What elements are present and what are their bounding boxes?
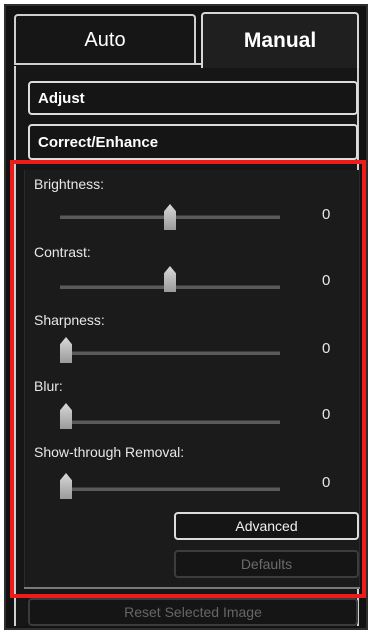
blur-slider-track[interactable] [60, 420, 280, 424]
blur-value: 0 [322, 406, 331, 423]
sharpness-label: Sharpness: [34, 312, 105, 328]
show-through-removal-value: 0 [322, 474, 331, 491]
tab-auto[interactable]: Auto [14, 14, 196, 64]
tab-baseline [14, 63, 201, 65]
defaults-button: Defaults [174, 550, 359, 578]
tab-manual-label: Manual [243, 29, 317, 52]
adjust-button-label: Adjust [38, 89, 85, 107]
contrast-value: 0 [322, 272, 331, 289]
divider [24, 587, 360, 589]
blur-label: Blur: [34, 378, 63, 394]
reset-selected-image-button: Reset Selected Image [28, 598, 358, 626]
defaults-button-label: Defaults [240, 556, 293, 572]
adjust-button[interactable]: Adjust [28, 81, 358, 115]
reset-selected-image-label: Reset Selected Image [124, 604, 262, 620]
advanced-button-label: Advanced [235, 518, 298, 534]
brightness-label: Brightness: [34, 176, 105, 192]
sharpness-slider-track[interactable] [60, 351, 280, 355]
image-correction-panel: Auto Manual Adjust Correct/Enhance Brigh… [0, 0, 373, 633]
sharpness-value: 0 [322, 340, 331, 357]
correct-enhance-button[interactable]: Correct/Enhance [28, 124, 358, 160]
contrast-label: Contrast: [34, 244, 91, 260]
show-through-removal-slider-track[interactable] [60, 487, 280, 491]
show-through-removal-label: Show-through Removal: [34, 444, 185, 460]
advanced-button[interactable]: Advanced [174, 512, 359, 540]
correct-enhance-button-label: Correct/Enhance [38, 133, 159, 151]
brightness-value: 0 [322, 206, 331, 223]
tab-auto-label: Auto [84, 28, 126, 51]
tab-manual[interactable]: Manual [201, 12, 359, 68]
